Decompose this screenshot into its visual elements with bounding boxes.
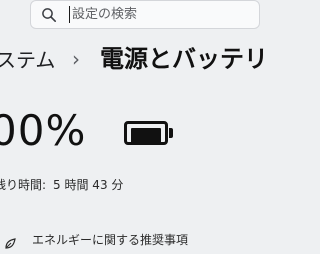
search-box[interactable]: 設定の検索 xyxy=(30,0,260,29)
search-placeholder: 設定の検索 xyxy=(72,7,138,22)
battery-full-icon xyxy=(124,121,174,145)
search-icon xyxy=(41,7,57,23)
battery-fill xyxy=(131,128,161,144)
battery-percentage: 00% xyxy=(0,106,87,155)
energy-recommendations-label: エネルギーに関する推奨事項 xyxy=(32,233,189,247)
page-title: 電源とバッテリ xyxy=(100,45,268,73)
battery-body xyxy=(124,121,168,145)
leaf-icon xyxy=(4,235,16,249)
breadcrumb-parent-system[interactable]: ステム xyxy=(0,48,55,72)
remaining-time-label: 残り時間: xyxy=(0,178,47,192)
remaining-time: 残り時間: 5 時間 43 分 xyxy=(0,176,123,194)
text-caret xyxy=(69,6,70,23)
remaining-time-value: 5 時間 43 分 xyxy=(53,178,124,192)
breadcrumb-separator: › xyxy=(72,47,80,71)
battery-tip xyxy=(169,128,173,138)
